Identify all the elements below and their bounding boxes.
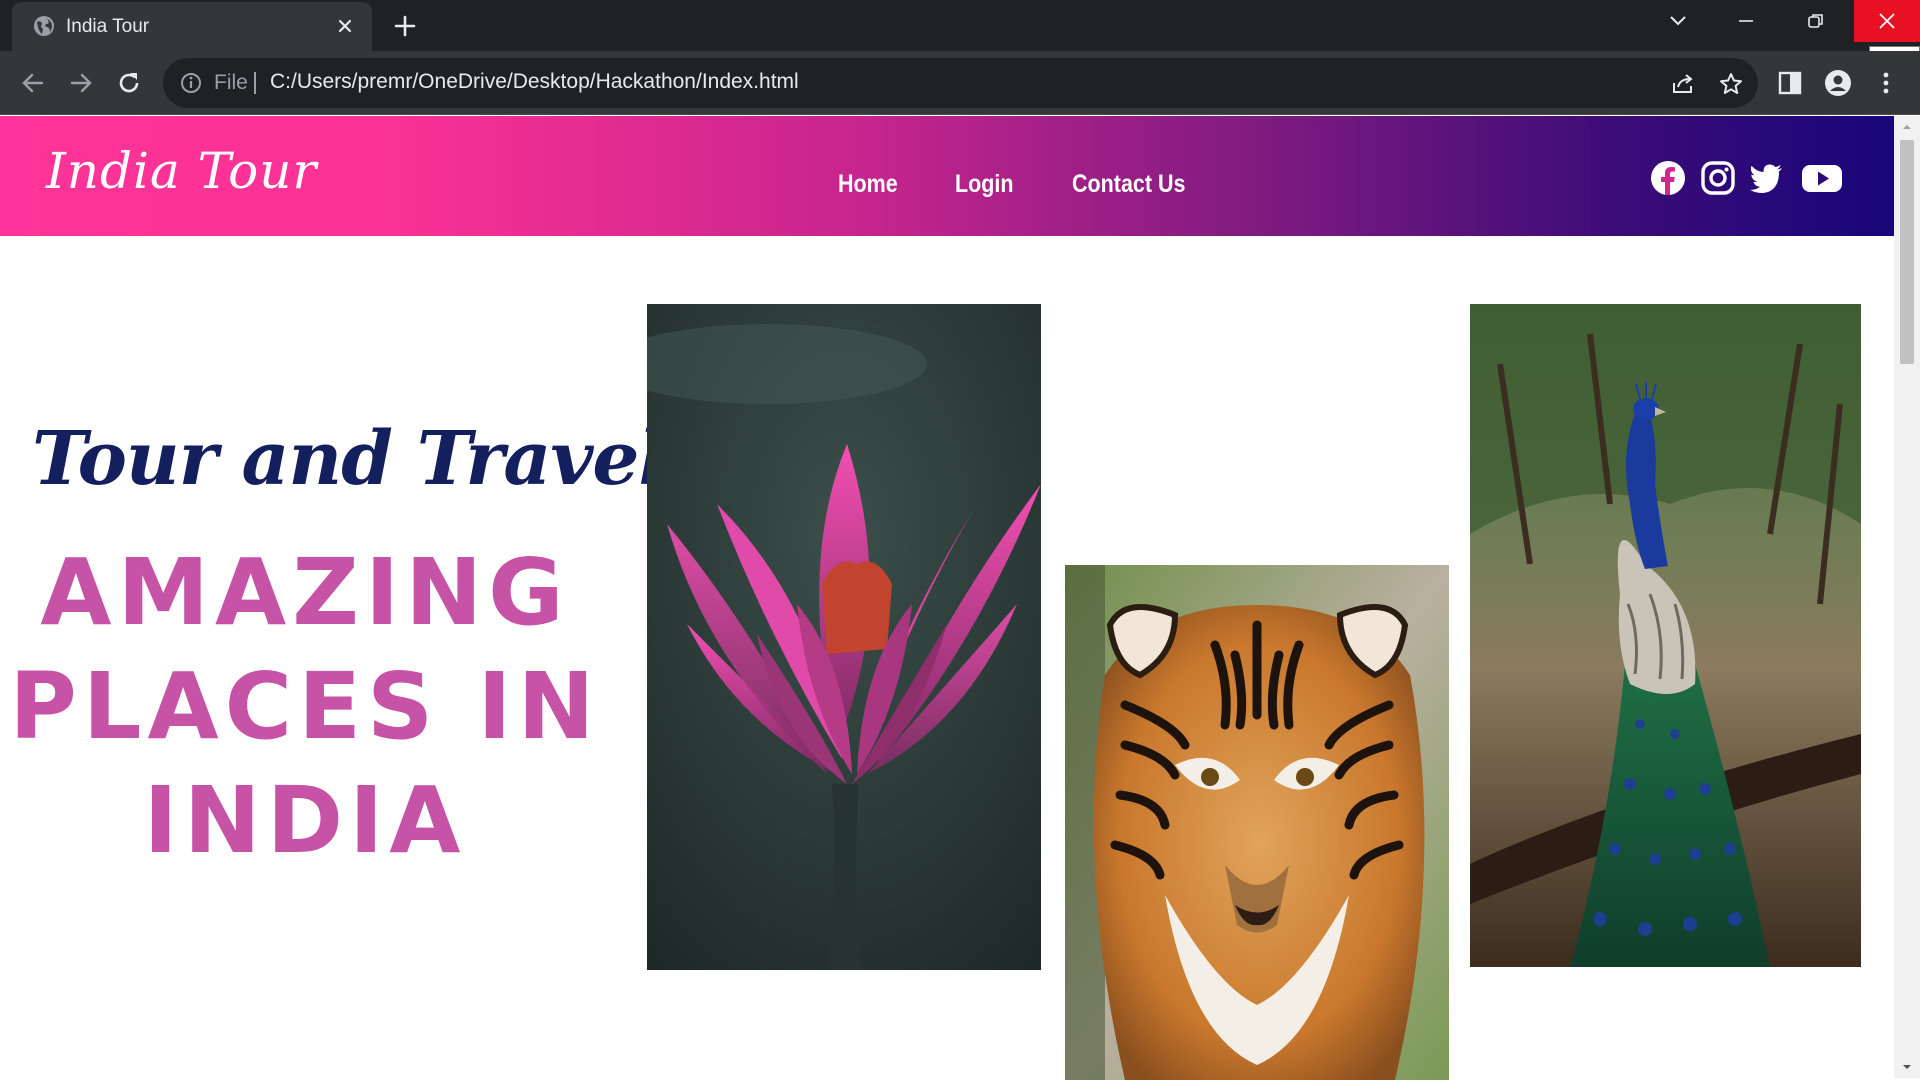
forward-arrow-icon[interactable] — [67, 69, 95, 97]
tab-search-button[interactable] — [1644, 0, 1712, 42]
browser-tab[interactable]: India Tour — [12, 2, 372, 51]
site-logo[interactable]: India Tour — [46, 142, 317, 200]
info-icon[interactable] — [179, 71, 203, 95]
restore-icon — [1808, 14, 1823, 28]
scroll-down-arrow-icon[interactable] — [1902, 1062, 1912, 1072]
share-icon[interactable] — [1670, 71, 1696, 97]
globe-icon — [34, 16, 54, 36]
chevron-down-icon — [1670, 16, 1686, 26]
headline-line-3: INDIA — [143, 767, 467, 874]
site-header: India Tour Home Login Contact Us — [0, 116, 1894, 236]
tab-close-icon[interactable] — [335, 16, 355, 36]
tab-bar: India Tour — [0, 0, 1920, 51]
headline-line-2: PLACES IN — [9, 653, 601, 760]
hero-tagline: Tour and Travel — [32, 416, 667, 502]
back-arrow-icon[interactable] — [19, 69, 47, 97]
nav-home[interactable]: Home — [838, 170, 898, 199]
browser-toolbar: File C:/Users/premr/OneDrive/Desktop/Hac… — [0, 51, 1920, 115]
close-icon — [1879, 13, 1895, 29]
omnibox-separator — [254, 72, 256, 94]
tiger-photo — [1065, 565, 1449, 1080]
scheme-label: File — [214, 71, 248, 94]
main-nav: Home Login Contact Us — [838, 170, 1203, 199]
url-text[interactable]: C:/Users/premr/OneDrive/Desktop/Hackatho… — [270, 70, 799, 94]
minimize-button[interactable] — [1712, 0, 1780, 42]
tab-title: India Tour — [66, 16, 150, 37]
minimize-icon — [1739, 20, 1753, 22]
scroll-up-arrow-icon[interactable] — [1902, 122, 1912, 132]
reload-icon[interactable] — [115, 69, 143, 97]
menu-kebab-icon[interactable] — [1872, 69, 1900, 97]
lotus-photo — [647, 304, 1041, 970]
page-scrollbar[interactable] — [1894, 116, 1920, 1078]
twitter-icon[interactable] — [1748, 160, 1784, 196]
restore-button[interactable] — [1782, 0, 1850, 42]
facebook-icon[interactable] — [1650, 160, 1686, 196]
peacock-photo — [1470, 304, 1861, 967]
side-panel-icon[interactable] — [1776, 69, 1804, 97]
youtube-icon[interactable] — [1801, 160, 1843, 196]
instagram-icon[interactable] — [1700, 160, 1736, 196]
bookmark-star-icon[interactable] — [1718, 71, 1744, 97]
close-window-button[interactable] — [1854, 0, 1920, 42]
page-viewport: India Tour Home Login Contact Us Tour an… — [0, 116, 1920, 1080]
new-tab-icon[interactable] — [392, 13, 418, 39]
profile-icon[interactable] — [1824, 69, 1852, 97]
scroll-thumb[interactable] — [1900, 140, 1914, 364]
address-bar[interactable]: File C:/Users/premr/OneDrive/Desktop/Hac… — [163, 58, 1758, 108]
headline-line-1: AMAZING — [40, 539, 570, 646]
nav-contact-us[interactable]: Contact Us — [1072, 170, 1185, 199]
hero-headline: AMAZING PLACES IN INDIA — [0, 536, 610, 878]
nav-login[interactable]: Login — [955, 170, 1014, 199]
